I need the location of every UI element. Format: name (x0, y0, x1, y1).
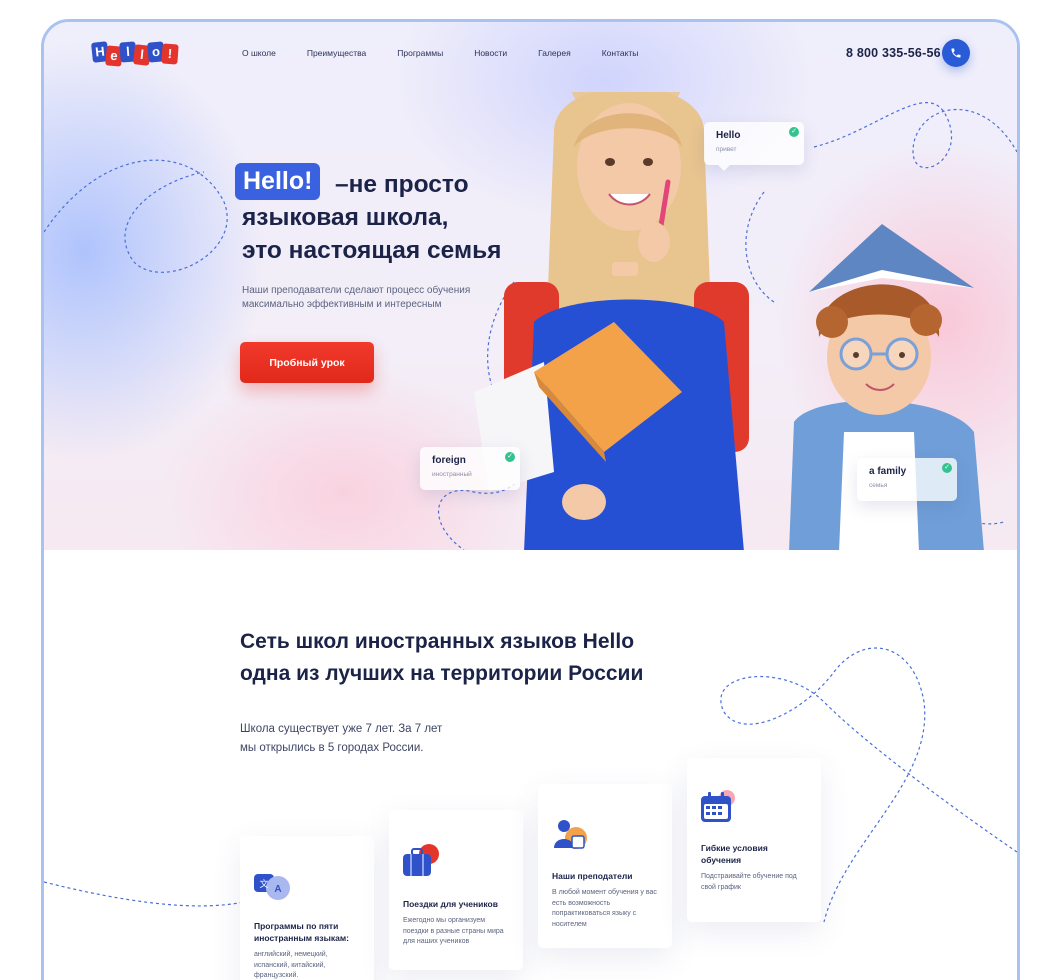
card-tail (718, 165, 730, 171)
call-button[interactable] (942, 39, 970, 67)
feature-card-teachers: Наши преподатели В любой момент обучения… (538, 784, 672, 948)
hero-section: H e l l o ! О школе Преимущества Програм… (44, 22, 1017, 550)
word-card-word: Hello (716, 130, 741, 141)
word-card-translation: семья (869, 482, 888, 489)
check-icon: ✓ (942, 463, 952, 473)
about-text: Школа существует уже 7 лет. За 7 лет мы … (240, 720, 520, 758)
word-card-foreign: foreign иностранный ✓ (420, 447, 520, 490)
logo[interactable]: H e l l o ! (90, 40, 179, 68)
translate-icon: 文 A (254, 874, 290, 900)
about-title-line1: Сеть школ иностранных языков Hello (240, 630, 635, 653)
word-card-translation: иностранный (432, 471, 472, 478)
feature-text: английский, немецкий, испанский, китайск… (254, 951, 328, 979)
word-card-translation: привет (716, 146, 737, 153)
trial-lesson-button[interactable]: Пробный урок (240, 342, 374, 383)
about-title: Сеть школ иностранных языков Hello одна … (240, 626, 700, 690)
nav-item-advantages[interactable]: Преимущества (307, 48, 366, 58)
phone-number[interactable]: 8 800 335-56-56 (846, 46, 941, 60)
about-text-line2: мы открылись в 5 городах России. (240, 742, 424, 754)
word-card-word: a family (869, 466, 907, 477)
check-icon: ✓ (789, 127, 799, 137)
logo-letter: ! (161, 43, 179, 65)
feature-text: Подстраивайте обучение под свой график (701, 873, 797, 891)
main-nav: О школе Преимущества Программы Новости Г… (242, 48, 638, 58)
about-title-line2: одна из лучших на территории России (240, 662, 644, 685)
word-card-family: a family семья ✓ (857, 458, 957, 501)
nav-item-news[interactable]: Новости (474, 48, 507, 58)
nav-item-gallery[interactable]: Галерея (538, 48, 571, 58)
teacher-icon (554, 820, 587, 849)
suitcase-icon (403, 844, 439, 876)
feature-card-schedule: Гибкие условия обучения Подстраивайте об… (687, 758, 821, 922)
nav-item-programs[interactable]: Программы (397, 48, 443, 58)
feature-text: В любой момент обучения у вас есть возмо… (552, 889, 657, 928)
page-frame: H e l l o ! О школе Преимущества Програм… (41, 19, 1020, 980)
svg-text:文: 文 (259, 878, 268, 890)
word-card-word: foreign (432, 455, 466, 466)
feature-card-trips: Поездки для учеников Ежегодно мы организ… (389, 810, 523, 970)
nav-item-contacts[interactable]: Контакты (602, 48, 639, 58)
check-icon: ✓ (505, 452, 515, 462)
feature-text: Ежегодно мы организуем поездки в разные … (403, 917, 504, 945)
svg-text:A: A (274, 884, 281, 895)
calendar-icon (701, 790, 735, 822)
about-text-line1: Школа существует уже 7 лет. За 7 лет (240, 723, 443, 735)
feature-card-languages: 文 A Программы по пяти иностранным языкам… (240, 836, 374, 980)
phone-icon (951, 48, 961, 58)
word-card-hello: Hello привет ✓ (704, 122, 804, 171)
nav-item-about[interactable]: О школе (242, 48, 276, 58)
